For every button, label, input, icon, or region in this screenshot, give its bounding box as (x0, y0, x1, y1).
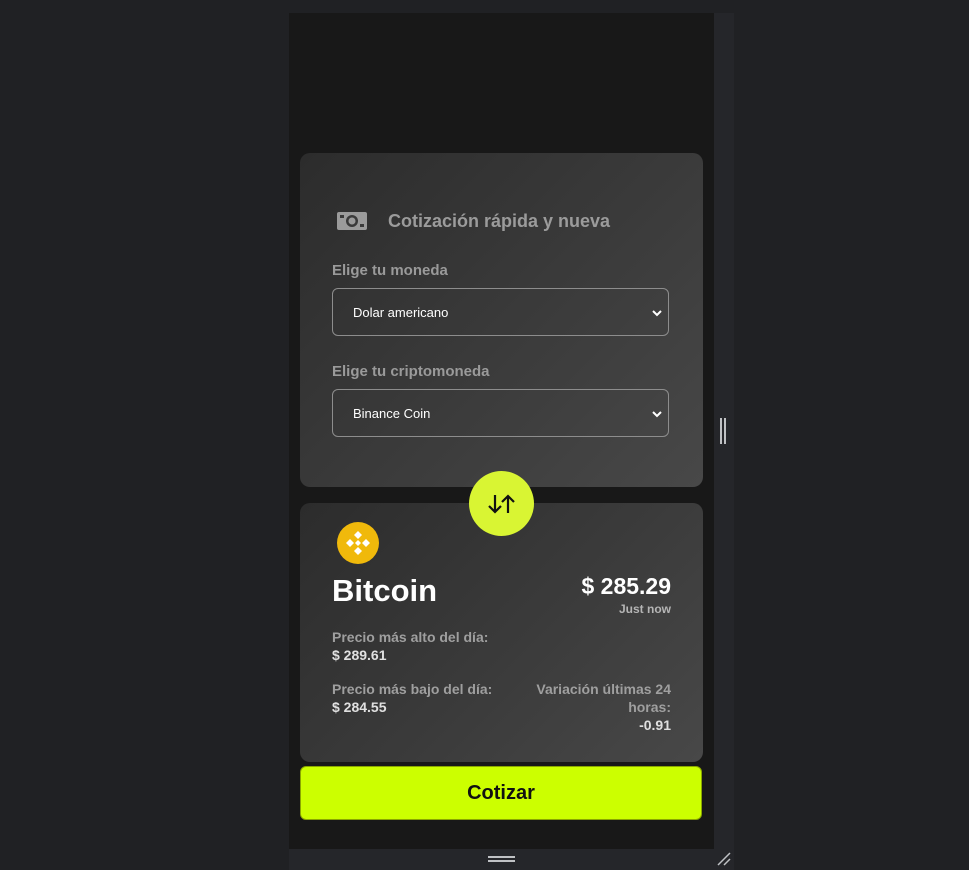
resize-corner-grip[interactable] (716, 851, 732, 867)
quote-form-card: Cotización rápida y nueva Elige tu moned… (300, 153, 703, 487)
resize-handle-right[interactable] (719, 418, 727, 446)
result-card: Bitcoin $ 285.29 Just now Precio más alt… (300, 503, 703, 762)
currency-label: Elige tu moneda (332, 262, 448, 279)
high-price-value: $ 289.61 (332, 647, 387, 663)
cotizar-button[interactable]: Cotizar (300, 766, 702, 820)
variation-label-line-2: horas: (628, 699, 671, 715)
resize-handle-bottom[interactable] (488, 855, 516, 865)
currency-select[interactable]: Dolar americano (332, 288, 669, 336)
variation-value: -0.91 (639, 717, 671, 733)
currency-selected-value: Dolar americano (353, 305, 449, 320)
variation-label: Variación últimas 24 horas: (536, 680, 671, 716)
high-price-label: Precio más alto del día: (332, 629, 489, 645)
chevron-down-icon (652, 411, 662, 418)
variation-label-line-1: Variación últimas 24 (536, 681, 671, 697)
last-updated: Just now (618, 602, 671, 616)
bnb-icon (346, 531, 370, 555)
crypto-selected-value: Binance Coin (353, 406, 431, 421)
low-price-label: Precio más bajo del día: (332, 681, 493, 697)
chevron-down-icon (652, 310, 662, 317)
swap-arrows-icon (487, 493, 515, 514)
current-price: $ 285.29 (581, 573, 671, 599)
crypto-select[interactable]: Binance Coin (332, 389, 669, 437)
money-bill-icon (337, 212, 367, 230)
app-viewport: Cotización rápida y nueva Elige tu moned… (289, 13, 714, 849)
crypto-label: Elige tu criptomoneda (332, 363, 490, 380)
binance-coin-logo (337, 522, 379, 564)
form-title: Cotización rápida y nueva (388, 210, 611, 231)
coin-name: Bitcoin (332, 573, 438, 608)
form-header: Cotización rápida y nueva (336, 210, 610, 232)
swap-button[interactable] (469, 471, 534, 536)
low-price-value: $ 284.55 (332, 699, 387, 715)
